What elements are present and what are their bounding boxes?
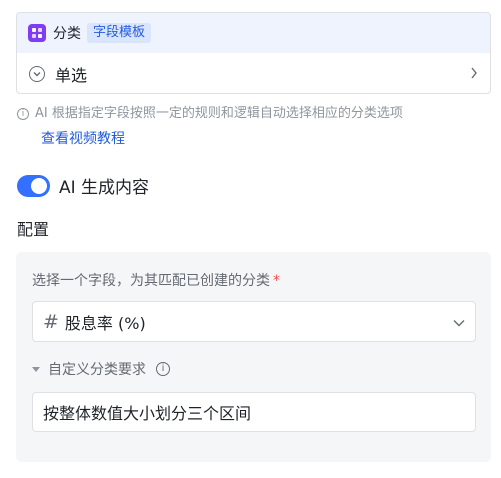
single-select-icon [29,65,45,82]
number-field-icon: # [43,310,59,333]
field-template-tag[interactable]: 字段模板 [87,23,152,43]
selection-mode-label: 单选 [55,65,88,85]
field-config-panel: 分类 字段模板 单选 i AI 根据指定字段按照一定的规则和逻辑自动选择相应的分… [0,0,501,478]
caret-down-icon [32,366,40,372]
selected-field-value: 股息率 (%) [64,313,146,333]
toggle-knob [31,177,47,194]
required-mark: * [273,273,280,289]
info-icon: i [17,108,29,120]
ai-info-text: AI 根据指定字段按照一定的规则和逻辑自动选择相应的分类选项 [35,106,403,121]
ai-generate-label: AI 生成内容 [59,178,150,198]
source-field-select[interactable]: # 股息率 (%) [32,301,476,342]
custom-requirement-label: 自定义分类要求 [48,362,146,378]
field-type-header[interactable]: 分类 字段模板 [17,13,490,53]
chevron-down-icon [453,312,465,331]
source-field-label: 选择一个字段，为其匹配已创建的分类 * [32,270,280,290]
field-type-name: 分类 [53,26,81,42]
video-tutorial-link[interactable]: 查看视频教程 [41,129,125,149]
config-section-title: 配置 [17,220,50,239]
category-icon [28,24,46,42]
help-icon[interactable]: i [156,362,170,376]
chevron-right-icon [470,64,478,83]
ai-generate-toggle[interactable] [17,174,50,197]
custom-requirement-toggle[interactable]: 自定义分类要求 i [32,359,170,379]
source-field-label-text: 选择一个字段，为其匹配已创建的分类 [32,273,270,289]
selection-mode-row[interactable]: 单选 [17,53,490,93]
ai-info-note: i AI 根据指定字段按照一定的规则和逻辑自动选择相应的分类选项 [17,104,487,124]
custom-requirement-input[interactable] [32,392,476,432]
ai-generate-row: AI 生成内容 [17,173,149,198]
field-type-card: 分类 字段模板 单选 [16,12,491,94]
config-panel: 选择一个字段，为其匹配已创建的分类 * # 股息率 (%) 自定义分类要求 i [16,252,491,462]
